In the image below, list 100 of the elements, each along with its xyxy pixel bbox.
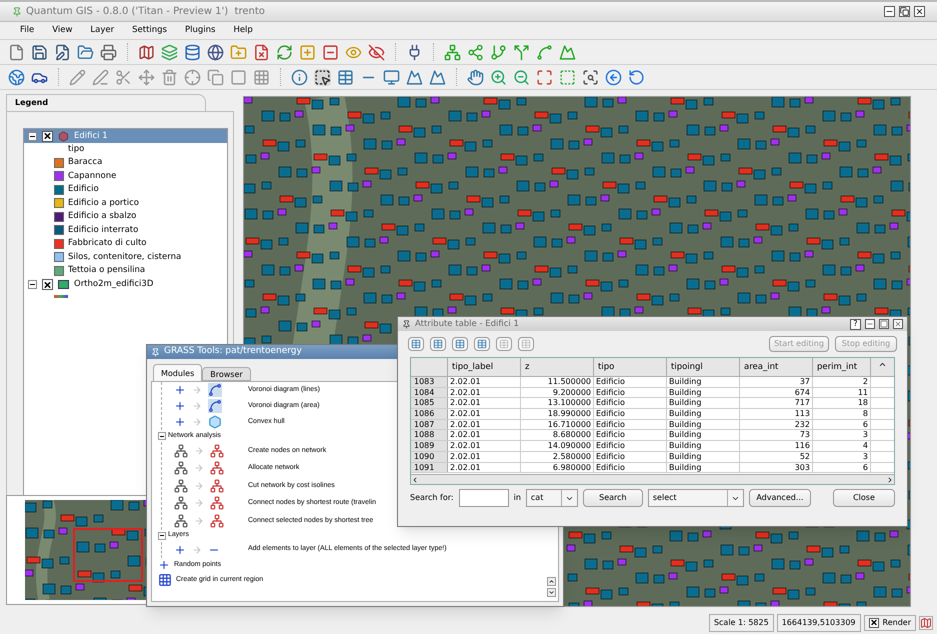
tab[interactable]: Modules	[153, 364, 202, 381]
layer-name: Ortho2m_edifici3D	[74, 278, 154, 291]
column-header[interactable]: tipo_label	[448, 358, 521, 376]
coordinates-display: 1664139,5103309	[776, 614, 861, 632]
table-cell: 8	[813, 409, 871, 419]
class-label: Fabbricato di culto	[68, 237, 146, 250]
table-cell: 6.980000	[521, 462, 594, 472]
column-header[interactable]: z	[521, 358, 594, 376]
render-label: Render	[882, 616, 911, 628]
column-header[interactable]: tipoingl	[667, 358, 740, 376]
column-header[interactable]: area_int	[740, 358, 813, 376]
table-cell: 11	[813, 388, 871, 398]
table-cell: 303	[740, 462, 813, 472]
table-cell: Building	[667, 420, 740, 430]
table-cell: Building	[667, 462, 740, 472]
row-header[interactable]: 1083	[411, 377, 448, 387]
table-cell: 2.02.01	[448, 420, 521, 430]
table-cell: 674	[740, 388, 813, 398]
column-header[interactable]: tipo	[594, 358, 667, 376]
table-cell: 2.02.01	[448, 430, 521, 440]
class-label: Edificio a sbalzo	[68, 210, 136, 224]
row-header[interactable]: 1084	[411, 388, 448, 398]
class-label: Silos, contenitore, cisterna	[68, 250, 182, 264]
table-cell: 37	[740, 377, 813, 387]
legend-layer-item[interactable]: Ortho2m_edifici3D	[24, 278, 227, 292]
search-label: Search for:	[410, 492, 454, 504]
table-cell: 2.02.01	[448, 398, 521, 408]
row-header[interactable]: 1086	[411, 409, 448, 419]
window-title: GRASS Tools: pat/trentoenergy	[164, 345, 302, 358]
table-cell: 11.500000	[521, 377, 594, 387]
table-cell: 3	[813, 452, 871, 462]
table-cell: 6	[813, 420, 871, 430]
row-header[interactable]: 1089	[411, 441, 448, 451]
table-cell: Edificio	[594, 430, 667, 440]
table-cell: 2.02.01	[448, 409, 521, 419]
menu-item[interactable]: Help	[233, 24, 253, 37]
table-cell: Building	[667, 430, 740, 440]
table-cell: 717	[740, 398, 813, 408]
table-cell: Building	[667, 452, 740, 462]
table-cell: 113	[740, 409, 813, 419]
window-title: Attribute table - Edifici 1	[415, 318, 520, 330]
table-cell: Building	[667, 388, 740, 398]
row-header[interactable]: 1090	[411, 452, 448, 462]
table-cell: 2.02.01	[448, 452, 521, 462]
table-cell: Edificio	[594, 377, 667, 387]
menu-item[interactable]: File	[20, 24, 34, 37]
row-header[interactable]: 1091	[411, 462, 448, 472]
field-dropdown[interactable]: cat	[526, 489, 578, 507]
class-label: Edificio a portico	[68, 196, 139, 210]
table-cell: 2.02.01	[448, 377, 521, 387]
table-cell: 2	[813, 377, 871, 387]
table-cell: Edificio	[594, 398, 667, 408]
search-button[interactable]: Search	[582, 489, 643, 507]
table-cell: 8.680000	[521, 430, 594, 440]
table-cell: Building	[667, 377, 740, 387]
table-cell: Edificio	[594, 409, 667, 419]
layer-name: Edifici 1	[74, 130, 108, 142]
table-cell: 2.580000	[521, 452, 594, 462]
advanced-button[interactable]: Advanced...	[748, 489, 811, 507]
table-cell: Building	[667, 398, 740, 408]
class-label: Edificio interrato	[68, 224, 138, 237]
menu-item[interactable]: Settings	[132, 24, 167, 37]
in-label: in	[514, 492, 521, 504]
table-cell: 232	[740, 420, 813, 430]
legend-tab[interactable]: Legend	[6, 94, 206, 111]
table-cell: Edificio	[594, 420, 667, 430]
table-cell: 9.200000	[521, 388, 594, 398]
table-cell: 2.02.01	[448, 441, 521, 451]
row-header[interactable]: 1087	[411, 420, 448, 430]
table-cell: Building	[667, 409, 740, 419]
class-label: Edificio	[68, 183, 99, 196]
table-cell: Edificio	[594, 441, 667, 451]
table-cell: 52	[740, 452, 813, 462]
menu-item[interactable]: Layer	[90, 24, 114, 37]
table-cell: 3	[813, 430, 871, 440]
field-name: tipo	[67, 143, 86, 156]
table-cell: 2.02.01	[448, 388, 521, 398]
table-cell: 13.100000	[521, 398, 594, 408]
row-header[interactable]: 1088	[411, 430, 448, 440]
help-button[interactable]: ?	[850, 318, 861, 330]
table-cell: Edificio	[594, 388, 667, 398]
table-cell: 116	[740, 441, 813, 451]
menu-item[interactable]: View	[52, 24, 72, 37]
table-cell: 18.990000	[521, 409, 594, 419]
class-label: Capannone	[68, 170, 116, 183]
scale-display: Scale 1: 5825	[708, 614, 774, 632]
table-cell: 73	[740, 430, 813, 440]
tab[interactable]: Browser	[202, 367, 251, 381]
row-header[interactable]: 1085	[411, 398, 448, 408]
table-cell: 18	[813, 398, 871, 408]
table-cell: 4	[813, 441, 871, 451]
table-cell: 6	[813, 462, 871, 472]
close-button[interactable]: Close	[833, 489, 895, 507]
class-label: Baracca	[68, 156, 102, 170]
table-cell: 16.710000	[521, 420, 594, 430]
window-title: Quantum GIS - 0.8.0 ('Titan - Preview 1') trento	[26, 5, 266, 19]
menu-item[interactable]: Plugins	[184, 24, 216, 37]
mode-dropdown[interactable]: select	[648, 489, 744, 507]
table-cell: Edificio	[594, 462, 667, 472]
column-header[interactable]: perim_int	[813, 358, 871, 376]
